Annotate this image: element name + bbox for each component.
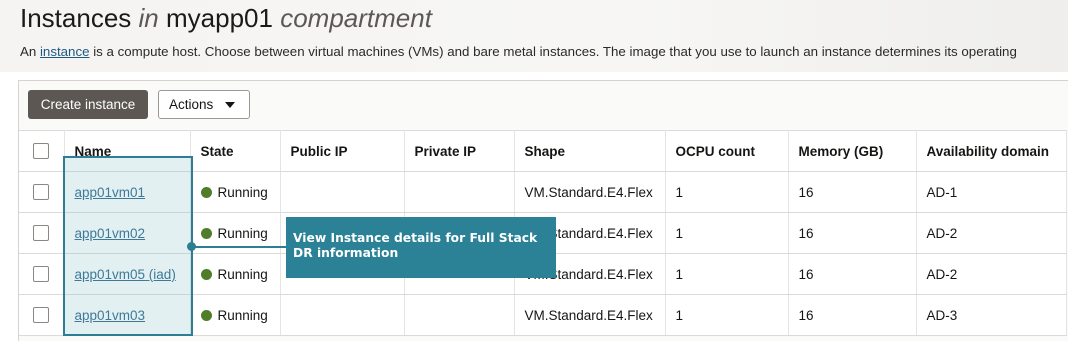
title-compartment: myapp01 xyxy=(166,3,273,33)
state-text: Running xyxy=(217,266,268,282)
desc-rest: is a compute host. Choose between virtua… xyxy=(89,44,1017,59)
column-header-state[interactable]: State xyxy=(190,130,281,172)
row-checkbox[interactable] xyxy=(33,184,50,201)
callout-connector-line xyxy=(192,246,286,248)
private-ip-cell xyxy=(404,171,515,213)
availability-domain-cell: AD-1 xyxy=(916,171,1067,213)
running-status-icon xyxy=(200,227,212,239)
public-ip-cell xyxy=(280,171,405,213)
availability-domain-cell: AD-2 xyxy=(916,253,1067,295)
state-cell: Running xyxy=(190,294,281,336)
title-suffix: compartment xyxy=(280,3,432,33)
page-description: An instance is a compute host. Choose be… xyxy=(20,44,1017,59)
title-in: in xyxy=(138,3,159,33)
running-status-icon xyxy=(200,186,212,198)
row-select-cell xyxy=(19,171,65,213)
availability-domain-cell: AD-2 xyxy=(916,212,1067,254)
memory-cell: 16 xyxy=(788,212,917,254)
select-all-checkbox[interactable] xyxy=(33,143,50,160)
memory-cell: 16 xyxy=(788,294,917,336)
chevron-down-icon xyxy=(225,102,235,108)
row-select-cell xyxy=(19,294,65,336)
state-text: Running xyxy=(217,184,268,200)
shape-cell: VM.Standard.E4.Flex xyxy=(514,294,666,336)
desc-prefix: An xyxy=(20,44,37,59)
ocpu-cell: 1 xyxy=(665,171,789,213)
ocpu-cell: 1 xyxy=(665,294,789,336)
shape-cell: VM.Standard.E4.Flex xyxy=(514,171,666,213)
state-text: Running xyxy=(217,307,268,323)
row-select-cell xyxy=(19,212,65,254)
callout-connector-dot xyxy=(187,242,196,251)
callout-annotation: View Instance details for Full Stack DR … xyxy=(286,217,556,278)
ocpu-cell: 1 xyxy=(665,212,789,254)
title-prefix: Instances xyxy=(20,3,132,33)
actions-menu-button[interactable]: Actions xyxy=(158,90,250,119)
memory-cell: 16 xyxy=(788,253,917,295)
actions-label: Actions xyxy=(169,97,214,112)
state-cell: Running xyxy=(190,171,281,213)
select-all-cell xyxy=(19,130,65,172)
column-header-private-ip[interactable]: Private IP xyxy=(404,130,515,172)
column-header-shape[interactable]: Shape xyxy=(514,130,666,172)
column-header-availability-domain[interactable]: Availability domain xyxy=(916,130,1067,172)
private-ip-cell xyxy=(404,294,515,336)
state-cell: Running xyxy=(190,253,281,295)
column-header-ocpu-count[interactable]: OCPU count xyxy=(665,130,789,172)
column-header-public-ip[interactable]: Public IP xyxy=(280,130,405,172)
availability-domain-cell: AD-3 xyxy=(916,294,1067,336)
row-select-cell xyxy=(19,253,65,295)
row-checkbox[interactable] xyxy=(33,225,50,242)
column-header-memory[interactable]: Memory (GB) xyxy=(788,130,917,172)
running-status-icon xyxy=(200,268,212,280)
state-text: Running xyxy=(217,225,268,241)
page-title: Instances in myapp01 compartment xyxy=(20,3,432,34)
row-checkbox[interactable] xyxy=(33,266,50,283)
row-checkbox[interactable] xyxy=(33,307,50,324)
name-column-highlight xyxy=(63,156,193,336)
instance-doc-link[interactable]: instance xyxy=(40,44,90,59)
running-status-icon xyxy=(200,309,212,321)
create-instance-button[interactable]: Create instance xyxy=(28,90,148,119)
ocpu-cell: 1 xyxy=(665,253,789,295)
memory-cell: 16 xyxy=(788,171,917,213)
public-ip-cell xyxy=(280,294,405,336)
